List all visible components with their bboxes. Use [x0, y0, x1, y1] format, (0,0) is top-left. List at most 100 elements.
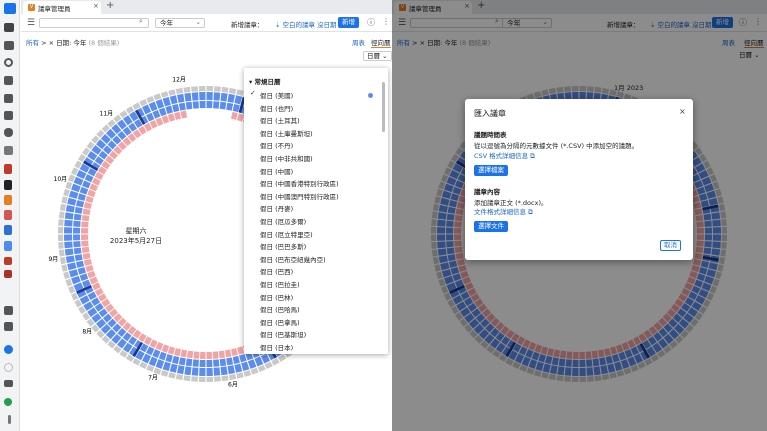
- dollar-icon[interactable]: [4, 345, 13, 354]
- ring-segment: [257, 364, 266, 372]
- app-shortcut-red-icon[interactable]: [4, 164, 12, 174]
- task-icon[interactable]: [4, 94, 13, 103]
- menu-icon[interactable]: ☰: [27, 18, 35, 28]
- new-tab-icon[interactable]: +: [106, 0, 114, 11]
- ring-segment: [198, 86, 206, 92]
- cart-icon[interactable]: [4, 380, 13, 387]
- dropdown-item[interactable]: 假日 (巴西): [260, 266, 293, 276]
- cancel-button[interactable]: 取消: [660, 240, 681, 251]
- search-icon[interactable]: [4, 58, 13, 67]
- ring-segment: [230, 348, 238, 357]
- dropdown-item[interactable]: 假日 (中國香港特別行政區): [260, 178, 339, 188]
- app-shortcut-blue2-icon[interactable]: [4, 241, 12, 251]
- dropdown-item[interactable]: 假日 (日本): [260, 342, 293, 352]
- dropdown-item[interactable]: 假日 (巴哈馬): [260, 304, 300, 314]
- shield-icon[interactable]: [4, 128, 13, 137]
- no-date-link[interactable]: 沒日期: [317, 19, 337, 29]
- tab-week[interactable]: 周表: [352, 37, 365, 47]
- dropdown-item[interactable]: 假日 (巴布亞紐幾內亞): [260, 254, 326, 264]
- dropdown-item[interactable]: 假日 (巴拉圭): [260, 279, 300, 289]
- choose-file-button[interactable]: 選擇檔案: [474, 165, 508, 176]
- month-label: 6月: [228, 382, 238, 389]
- ring-segment: [220, 92, 228, 102]
- dropdown-scrollbar[interactable]: [382, 82, 385, 132]
- ring-segment: [158, 351, 167, 361]
- info-icon[interactable]: ⓘ: [367, 17, 375, 28]
- unit-value: 日曆: [367, 52, 380, 60]
- dropdown-header[interactable]: ▾ 常規日曆: [249, 76, 281, 86]
- document-icon[interactable]: [4, 111, 13, 120]
- ring-segment: [71, 275, 81, 285]
- ring-segment: [161, 344, 170, 353]
- tab-annual[interactable]: 徑向曆: [371, 37, 391, 48]
- ring-segment: [234, 363, 243, 373]
- dropdown-item[interactable]: 假日 (巴拿馬): [260, 317, 300, 327]
- ring-segment: [73, 247, 82, 255]
- app-shortcut-red4-icon[interactable]: [4, 270, 12, 278]
- ring-segment: [158, 107, 167, 117]
- dropdown-item[interactable]: 假日 (土耳其): [260, 115, 300, 125]
- dropdown-item[interactable]: 假日 (巴巴多斯): [260, 241, 306, 251]
- search-input[interactable]: [39, 18, 149, 28]
- filter-remove-icon[interactable]: ×: [49, 39, 54, 47]
- app-shortcut-red3-icon[interactable]: [4, 257, 12, 265]
- choose-document-button[interactable]: 選擇文件: [474, 221, 508, 232]
- left-pane: V 議章管理員 × + ☰ ⌕ 今年 ⌄ 新增議章： ⇣ 空白的議章 沒日期 新增…: [21, 0, 392, 431]
- app-shortcut-red2-icon[interactable]: [4, 210, 12, 220]
- ring-segment: [180, 349, 188, 358]
- app-shortcut-dark-icon[interactable]: [4, 180, 12, 190]
- dropdown-item[interactable]: 假日 (厄瓜多爾): [260, 216, 306, 226]
- year-select[interactable]: 今年 ⌄: [155, 18, 205, 28]
- close-icon[interactable]: ×: [679, 107, 686, 116]
- dropdown-item[interactable]: 假日 (不丹): [260, 140, 293, 150]
- ring-segment: [199, 351, 206, 359]
- ring-segment: [153, 93, 162, 101]
- ring-segment: [162, 96, 171, 107]
- ring-segment: [226, 357, 234, 366]
- app-logo-icon[interactable]: [4, 3, 16, 14]
- dropdown-item[interactable]: 假日 (美國): [260, 90, 293, 100]
- search-icon[interactable]: ⌕: [139, 17, 143, 26]
- user-icon[interactable]: [4, 398, 12, 406]
- tab-agenda-manager[interactable]: V 議章管理員 ×: [23, 1, 101, 14]
- external-link-icon: ⧉: [530, 152, 535, 160]
- filter-bar: 所有 > × 日期: 今年 (8 個結果) 周表 徑向曆: [21, 32, 392, 48]
- dialog-title: 匯入議章: [474, 109, 506, 118]
- ring-segment: [247, 359, 257, 369]
- apps-grid-icon[interactable]: [4, 146, 13, 155]
- ring-segment: [87, 270, 96, 279]
- ring-segment: [186, 350, 194, 359]
- ring-segment: [146, 96, 155, 104]
- library-icon[interactable]: [4, 41, 14, 50]
- dropdown-item[interactable]: 假日 (厄立特里亞): [260, 229, 313, 239]
- ring-segment: [250, 367, 259, 375]
- crumb-all[interactable]: 所有: [26, 39, 39, 47]
- copy-icon[interactable]: [4, 322, 13, 331]
- ring-segment: [213, 359, 220, 367]
- app-shortcut-orange-icon[interactable]: [4, 195, 12, 205]
- dropdown-item[interactable]: 假日 (丹麥): [260, 203, 293, 213]
- dropdown-item[interactable]: 假日 (中非共和國): [260, 153, 313, 163]
- month-label: 9月: [48, 256, 58, 263]
- more-vert-icon[interactable]: ⋮: [382, 17, 390, 26]
- layout-icon[interactable]: [4, 306, 13, 315]
- close-icon[interactable]: ×: [93, 2, 99, 10]
- ring-segment: [206, 92, 213, 101]
- unit-select[interactable]: 日曆 ⌄: [363, 51, 392, 61]
- more-icon[interactable]: [8, 415, 11, 424]
- blank-agenda-link[interactable]: ⇣ 空白的議章: [275, 19, 315, 29]
- dropdown-item[interactable]: 假日 (巴基斯坦): [260, 329, 306, 339]
- dropdown-item[interactable]: 假日 (巴林): [260, 292, 293, 302]
- docx-format-link[interactable]: 文件格式詳細信息 ⧉: [474, 206, 533, 217]
- center-date: 2023年5月27日: [109, 237, 163, 245]
- dropdown-item[interactable]: 假日 (土庫曼斯坦): [260, 128, 313, 138]
- ring-segment: [58, 219, 64, 226]
- edit-icon[interactable]: [4, 76, 13, 85]
- home-icon[interactable]: [4, 23, 14, 32]
- dropdown-item[interactable]: 假日 (中國): [260, 166, 293, 176]
- new-button[interactable]: 新增: [338, 17, 359, 28]
- csv-format-link[interactable]: CSV 格式詳細信息 ⧉: [474, 150, 535, 161]
- dropdown-item[interactable]: 假日 (中國澳門特別行政區): [260, 191, 339, 201]
- dropdown-item[interactable]: 假日 (也門): [260, 103, 293, 113]
- app-shortcut-blue-icon[interactable]: [4, 225, 12, 235]
